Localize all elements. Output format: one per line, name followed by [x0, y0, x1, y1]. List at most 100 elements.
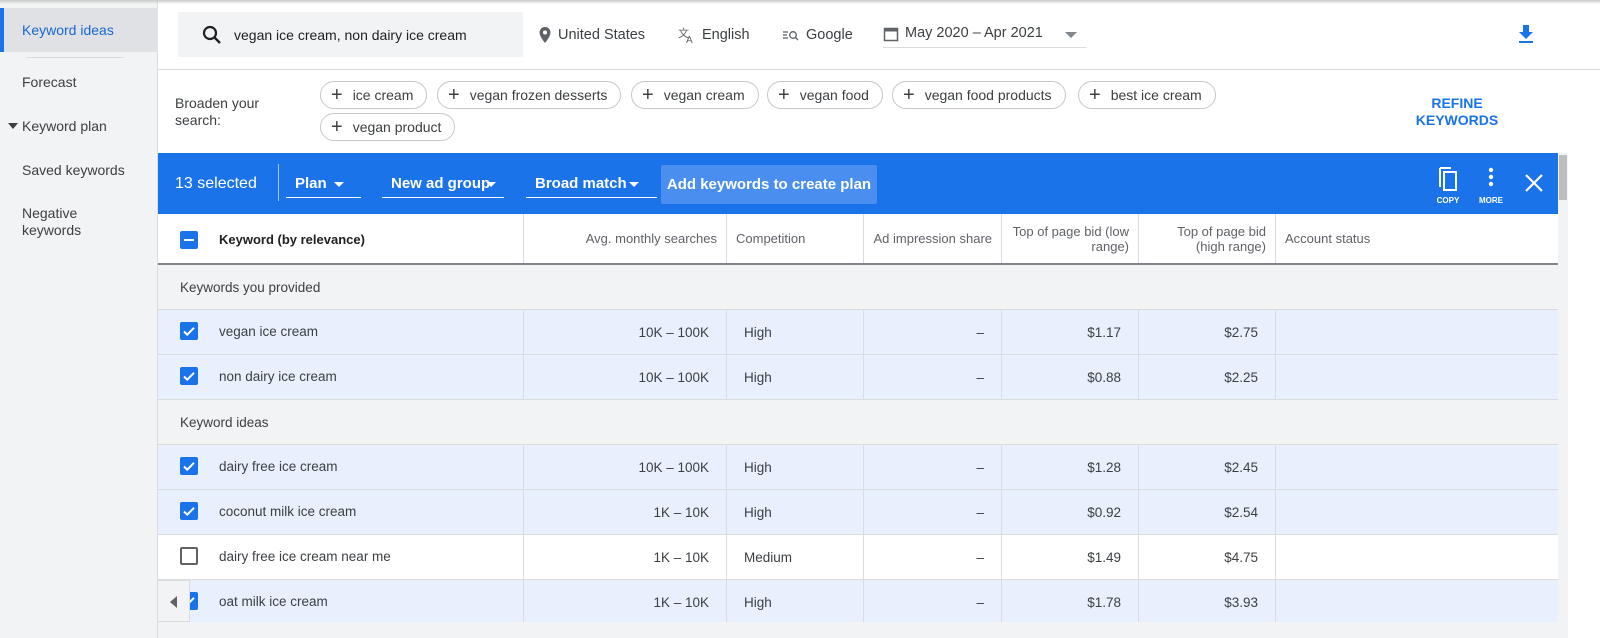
cell-impression-share: –: [864, 355, 1002, 399]
chip-label: ice cream: [352, 87, 414, 103]
plus-icon: +: [778, 84, 790, 106]
cell-keyword: oat milk ice cream: [158, 580, 524, 624]
location-filter[interactable]: United States: [538, 24, 645, 46]
top-shadow: [0, 0, 1600, 4]
location-label: United States: [558, 27, 646, 43]
row-checkbox[interactable]: [180, 457, 198, 475]
close-icon[interactable]: [1522, 171, 1546, 195]
network-filter[interactable]: Google: [782, 24, 853, 46]
plan-dropdown[interactable]: Plan: [286, 165, 361, 198]
chevron-down-icon: [334, 182, 344, 187]
broaden-chip[interactable]: + vegan product: [320, 113, 456, 141]
cell-impression-share: –: [864, 535, 1002, 579]
language-label: English: [702, 27, 750, 43]
broaden-search-panel: Broaden your search: + ice cream + vegan f…: [158, 71, 1600, 153]
language-filter[interactable]: 文A English: [678, 24, 750, 46]
cell-competition: High: [727, 355, 864, 399]
refine-keywords-button[interactable]: REFINE KEYWORDS: [1391, 95, 1523, 129]
cell-avg-searches: 1K – 10K: [524, 490, 727, 534]
selected-count: 13 selected: [175, 175, 257, 192]
search-network-icon: [783, 31, 799, 41]
cell-competition: High: [727, 310, 864, 354]
table-row[interactable]: dairy free ice cream near me 1K – 10K Medi…: [158, 535, 1558, 580]
plus-icon: +: [331, 116, 343, 138]
chip-label: vegan food products: [924, 87, 1052, 103]
match-type-dropdown-label: Broad match: [535, 175, 627, 192]
row-checkbox[interactable]: [180, 547, 198, 565]
add-keywords-to-plan-button[interactable]: Add keywords to create plan: [661, 165, 877, 204]
keyword-search-input[interactable]: [234, 24, 514, 46]
cell-impression-share: –: [864, 445, 1002, 489]
cell-account-status: [1276, 535, 1558, 579]
sidebar-item-keyword-plan[interactable]: Keyword plan: [0, 118, 158, 138]
column-header-impression-share[interactable]: Ad impression share: [864, 214, 1002, 263]
sidebar-item-keyword-ideas[interactable]: Keyword ideas: [0, 8, 158, 52]
svg-text:A: A: [686, 35, 693, 44]
cell-bid-low: $0.92: [1002, 490, 1139, 534]
keyword-search-box[interactable]: [178, 12, 523, 57]
broaden-chip[interactable]: + best ice cream: [1078, 81, 1216, 109]
broaden-chip[interactable]: + vegan frozen desserts: [437, 81, 622, 109]
more-button[interactable]: MORE: [1473, 165, 1509, 205]
select-all-checkbox[interactable]: [180, 231, 198, 249]
table-row[interactable]: oat milk ice cream 1K – 10K High – $1.78 $3.9…: [158, 580, 1558, 625]
cell-bid-low: $1.78: [1002, 580, 1139, 624]
vertical-scrollbar[interactable]: [1558, 153, 1568, 638]
sidebar-item-negative-keywords[interactable]: Negative keywords: [0, 205, 158, 241]
group-header: Keywords you provided: [158, 265, 1558, 310]
sidebar-item-label: Forecast: [22, 74, 77, 90]
match-type-dropdown[interactable]: Broad match: [526, 165, 657, 198]
copy-button[interactable]: COPY: [1430, 165, 1466, 205]
column-header-bid-low[interactable]: Top of page bid (low range): [1002, 214, 1139, 263]
broaden-chip[interactable]: + vegan food: [767, 81, 883, 109]
cell-keyword: dairy free ice cream: [158, 445, 524, 489]
sidebar-item-forecast[interactable]: Forecast: [0, 74, 158, 94]
divider: [278, 164, 279, 201]
cell-keyword: dairy free ice cream near me: [158, 535, 524, 579]
sidebar-divider: [26, 57, 124, 58]
table-row[interactable]: vegan ice cream 10K – 100K High – $1.17 $2.75: [158, 310, 1558, 355]
broaden-chip[interactable]: + vegan food products: [892, 81, 1066, 109]
selection-action-bar: 13 selected Plan New ad group Broad matc…: [158, 153, 1558, 214]
chip-label: vegan food: [799, 87, 869, 103]
column-header-avg-searches[interactable]: Avg. monthly searches: [524, 214, 727, 263]
cell-avg-searches: 1K – 10K: [524, 535, 727, 579]
table-row[interactable]: coconut milk ice cream 1K – 10K High – $0.92…: [158, 490, 1558, 535]
plus-icon: +: [642, 84, 654, 106]
cell-avg-searches: 1K – 10K: [524, 580, 727, 624]
chevron-down-icon: [1065, 32, 1077, 38]
column-header-keyword[interactable]: Keyword (by relevance): [158, 214, 524, 263]
scroll-left-button[interactable]: [158, 580, 190, 622]
cell-account-status: [1276, 310, 1558, 354]
keyword-text: oat milk ice cream: [219, 594, 328, 609]
copy-icon: [1439, 167, 1457, 191]
chip-label: best ice cream: [1110, 87, 1202, 103]
column-header-bid-high[interactable]: Top of page bid (high range): [1139, 214, 1276, 263]
keyword-text: coconut milk ice cream: [219, 504, 357, 519]
sidebar-item-label: Saved keywords: [22, 162, 125, 178]
scrollbar-thumb[interactable]: [1559, 155, 1567, 200]
sidebar-item-label: Keyword ideas: [22, 22, 114, 38]
cell-keyword: non dairy ice cream: [158, 355, 524, 399]
search-icon: [202, 25, 221, 44]
broaden-chip[interactable]: + vegan cream: [631, 81, 759, 109]
cell-account-status: [1276, 445, 1558, 489]
row-checkbox[interactable]: [180, 502, 198, 520]
cell-competition: High: [727, 580, 864, 624]
sidebar-item-saved-keywords[interactable]: Saved keywords: [0, 162, 158, 182]
chevron-left-icon: [170, 596, 177, 608]
cell-bid-low: $1.49: [1002, 535, 1139, 579]
row-checkbox[interactable]: [180, 322, 198, 340]
table-row[interactable]: non dairy ice cream 10K – 100K High – $0.88 $…: [158, 355, 1558, 400]
table-row[interactable]: dairy free ice cream 10K – 100K High – $1.28…: [158, 445, 1558, 490]
column-header-account-status[interactable]: Account status: [1276, 214, 1558, 263]
column-header-competition[interactable]: Competition: [727, 214, 864, 263]
filter-bar: United States 文A English Google May 2020…: [158, 0, 1600, 70]
plus-icon: +: [903, 84, 915, 106]
date-range-dropdown[interactable]: May 2020 – Apr 2021: [883, 20, 1086, 48]
copy-caption: COPY: [1436, 196, 1460, 205]
broaden-chip[interactable]: + ice cream: [320, 81, 428, 109]
row-checkbox[interactable]: [180, 367, 198, 385]
ad-group-dropdown[interactable]: New ad group: [382, 165, 504, 198]
download-icon[interactable]: [1514, 22, 1538, 46]
